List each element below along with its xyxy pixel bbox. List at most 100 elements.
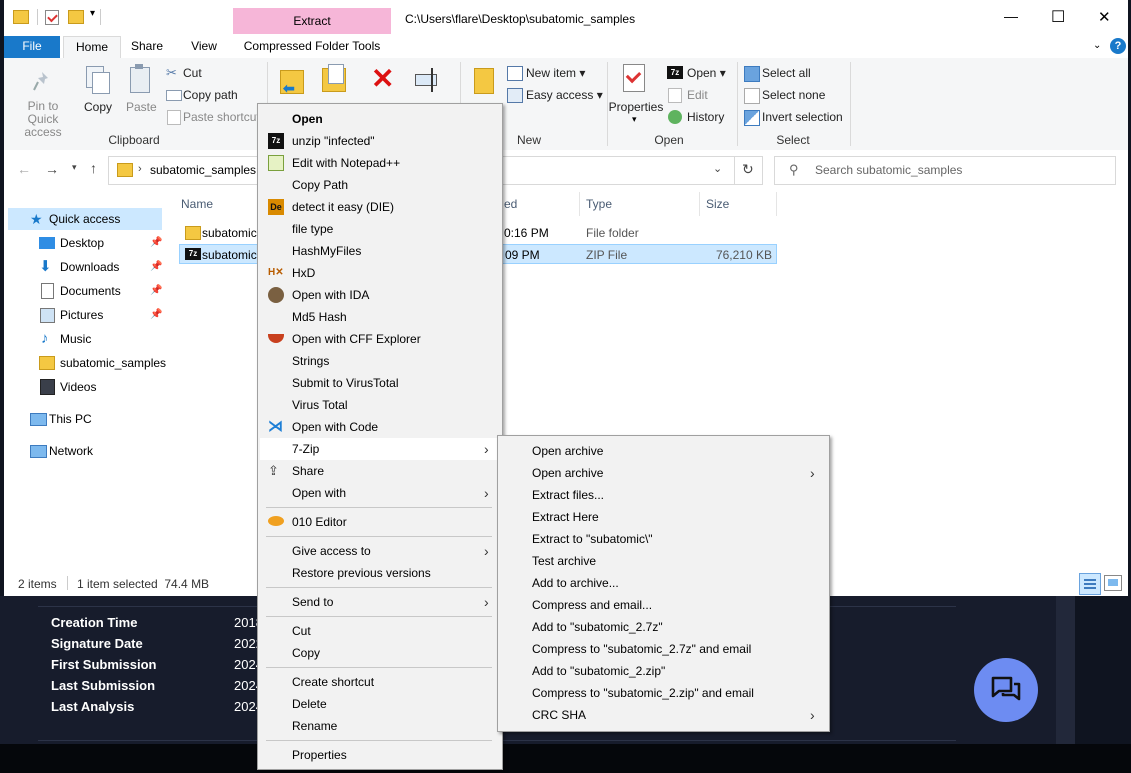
history-button[interactable]: History — [687, 110, 724, 124]
submenu-item-crc-sha[interactable]: CRC SHA › — [500, 704, 827, 726]
minimize-button[interactable]: — — [1004, 8, 1018, 24]
menu-item-create-shortcut[interactable]: Create shortcut — [260, 671, 500, 693]
details-view-button[interactable] — [1079, 573, 1101, 595]
submenu-item-open-archive-as[interactable]: Open archive › — [500, 462, 827, 484]
menu-item-copy[interactable]: Copy — [260, 642, 500, 664]
menu-item-hashmyfiles[interactable]: HashMyFiles — [260, 240, 500, 262]
nav-documents[interactable]: Documents 📌 — [8, 280, 162, 302]
up-button[interactable]: ↑ — [90, 160, 97, 176]
open-button[interactable]: Open ▾ — [687, 66, 726, 80]
menu-item-restore-previous[interactable]: Restore previous versions — [260, 562, 500, 584]
properties-quick-icon[interactable] — [45, 10, 59, 25]
menu-item-010-editor[interactable]: 010 Editor — [260, 511, 500, 533]
move-to-icon[interactable]: ⬅ — [280, 66, 304, 96]
submenu-item-compress-zip-email[interactable]: Compress to "subatomic_2.zip" and email — [500, 682, 827, 704]
paste-shortcut-button[interactable]: Paste shortcut — [183, 110, 260, 124]
properties-button[interactable]: Properties — [608, 100, 664, 114]
menu-item-md5-hash[interactable]: Md5 Hash — [260, 306, 500, 328]
back-button[interactable]: ← — [17, 161, 31, 177]
menu-item-delete[interactable]: Delete — [260, 693, 500, 715]
easy-access-button[interactable]: Easy access ▾ — [526, 88, 603, 102]
new-item-button[interactable]: New item ▾ — [526, 66, 585, 80]
copy-path-button[interactable]: Copy path — [183, 88, 238, 102]
menu-item-send-to[interactable]: Send to › — [260, 591, 500, 613]
menu-item-submit-virustotal[interactable]: Submit to VirusTotal — [260, 372, 500, 394]
menu-item-properties[interactable]: Properties — [260, 744, 500, 766]
menu-item-edit-notepadpp[interactable]: Edit with Notepad++ — [260, 152, 500, 174]
refresh-button[interactable]: ↻ — [734, 156, 763, 185]
copy-button[interactable]: Copy — [84, 100, 112, 114]
submenu-item-test-archive[interactable]: Test archive — [500, 550, 827, 572]
delete-icon[interactable]: ✕ — [371, 64, 394, 94]
menu-item-cff-explorer[interactable]: Open with CFF Explorer — [260, 328, 500, 350]
forward-button[interactable]: → — [45, 161, 59, 177]
recent-locations-button[interactable]: ▾ — [72, 162, 77, 173]
select-none-button[interactable]: Select none — [762, 88, 825, 102]
copy-to-icon[interactable] — [322, 64, 348, 94]
nav-videos[interactable]: Videos — [8, 376, 162, 398]
menu-item-strings[interactable]: Strings — [260, 350, 500, 372]
menu-item-rename[interactable]: Rename — [260, 715, 500, 737]
menu-item-detect-it-easy[interactable]: De detect it easy (DIE) — [260, 196, 500, 218]
nav-pictures[interactable]: Pictures 📌 — [8, 304, 162, 326]
search-input[interactable]: ⚲ Search subatomic_samples — [774, 156, 1116, 185]
menu-item-file-type[interactable]: file type — [260, 218, 500, 240]
properties-dropdown-icon[interactable]: ▾ — [632, 114, 637, 125]
background-scrollbar[interactable] — [1056, 596, 1075, 744]
cut-button[interactable]: Cut — [183, 66, 202, 80]
menu-item-open-with[interactable]: Open with › — [260, 482, 500, 504]
submenu-item-open-archive[interactable]: Open archive — [500, 440, 827, 462]
menu-item-open-with-ida[interactable]: Open with IDA — [260, 284, 500, 306]
address-dropdown-icon[interactable]: ⌄ — [713, 162, 722, 175]
submenu-item-compress-7z-email[interactable]: Compress to "subatomic_2.7z" and email — [500, 638, 827, 660]
expand-ribbon-icon[interactable]: ⌄ — [1093, 40, 1101, 51]
nav-desktop[interactable]: Desktop 📌 — [8, 232, 162, 254]
breadcrumb[interactable]: subatomic_samples — [150, 163, 256, 177]
nav-this-pc[interactable]: This PC — [8, 408, 162, 430]
select-all-button[interactable]: Select all — [762, 66, 811, 80]
chat-button[interactable] — [974, 658, 1038, 722]
invert-selection-button[interactable]: Invert selection — [762, 110, 843, 124]
menu-item-give-access[interactable]: Give access to › — [260, 540, 500, 562]
nav-subatomic-samples[interactable]: subatomic_samples — [8, 352, 166, 374]
close-button[interactable]: ✕ — [1098, 8, 1111, 26]
rename-icon[interactable] — [415, 68, 441, 92]
menu-item-hxd[interactable]: H✕ HxD — [260, 262, 500, 284]
column-header-size[interactable]: Size — [706, 197, 729, 211]
column-header-date[interactable]: ed — [504, 197, 517, 211]
menu-item-share[interactable]: ⇪ Share — [260, 460, 500, 482]
menu-item-unzip-infected[interactable]: 7z unzip "infected" — [260, 130, 500, 152]
column-header-name[interactable]: Name — [181, 197, 213, 211]
menu-item-open-with-code[interactable]: ⋊ Open with Code — [260, 416, 500, 438]
menu-item-7zip[interactable]: 7-Zip › — [260, 438, 500, 460]
tab-view[interactable]: View — [178, 36, 230, 58]
new-folder-icon[interactable] — [474, 68, 494, 94]
nav-downloads[interactable]: ⬇ Downloads 📌 — [8, 256, 162, 278]
menu-item-virus-total[interactable]: Virus Total — [260, 394, 500, 416]
menu-item-copy-path[interactable]: Copy Path — [260, 174, 500, 196]
submenu-item-add-zip[interactable]: Add to "subatomic_2.zip" — [500, 660, 827, 682]
large-icons-view-button[interactable] — [1104, 575, 1122, 591]
submenu-item-add-to-archive[interactable]: Add to archive... — [500, 572, 827, 594]
submenu-item-extract-to-folder[interactable]: Extract to "subatomic\" — [500, 528, 827, 550]
menu-item-open[interactable]: Open — [260, 108, 500, 130]
submenu-item-compress-email[interactable]: Compress and email... — [500, 594, 827, 616]
paste-button[interactable]: Paste — [126, 100, 157, 114]
tab-share[interactable]: Share — [121, 36, 173, 58]
maximize-button[interactable]: ☐ — [1051, 7, 1065, 27]
column-header-type[interactable]: Type — [586, 197, 612, 211]
new-folder-quick-icon[interactable] — [68, 10, 84, 24]
tab-home[interactable]: Home — [63, 36, 121, 59]
tab-compressed-folder-tools[interactable]: Compressed Folder Tools — [236, 36, 388, 58]
submenu-item-extract-here[interactable]: Extract Here — [500, 506, 827, 528]
nav-music[interactable]: ♪ Music — [8, 328, 162, 350]
edit-button[interactable]: Edit — [687, 88, 708, 102]
submenu-item-extract-files[interactable]: Extract files... — [500, 484, 827, 506]
submenu-item-add-7z[interactable]: Add to "subatomic_2.7z" — [500, 616, 827, 638]
menu-item-cut[interactable]: Cut — [260, 620, 500, 642]
pin-to-quick-access-button[interactable]: Pin to Quick access — [12, 100, 74, 139]
nav-quick-access[interactable]: ★ Quick access — [8, 208, 162, 230]
help-icon[interactable]: ? — [1110, 38, 1126, 54]
tab-file[interactable]: File — [4, 36, 60, 58]
nav-network[interactable]: Network — [8, 440, 162, 462]
